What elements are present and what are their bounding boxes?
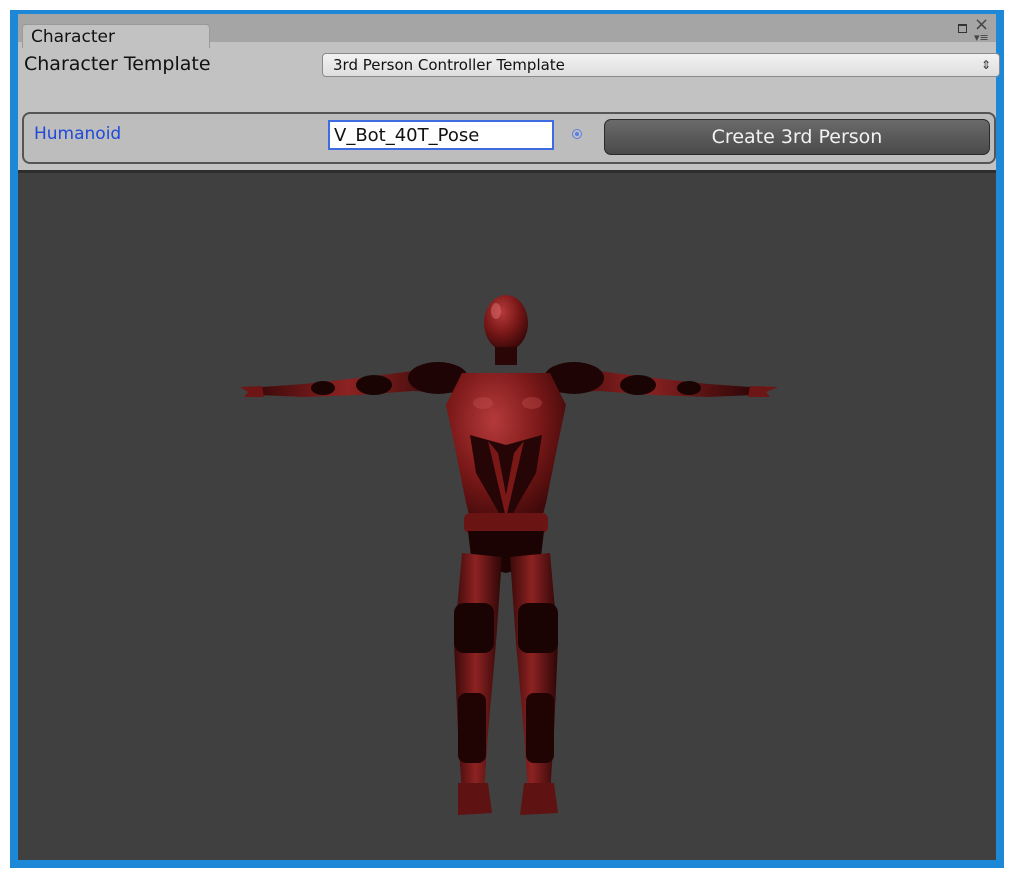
maximize-icon[interactable] <box>958 24 967 33</box>
humanoid-object-field[interactable] <box>328 120 554 150</box>
updown-arrow-icon: ⇕ <box>980 58 991 72</box>
character-template-row: Character Template 3rd Person Controller… <box>18 50 1000 80</box>
menu-icon[interactable]: ▾≡ <box>974 32 989 43</box>
create-3rd-person-button[interactable]: Create 3rd Person <box>604 119 990 155</box>
template-dropdown-value: 3rd Person Controller Template <box>333 56 565 74</box>
humanoid-label: Humanoid <box>34 124 122 144</box>
template-dropdown[interactable]: 3rd Person Controller Template ⇕ <box>322 53 1000 77</box>
window-controls: × ▾≡ <box>952 16 992 46</box>
humanoid-row: Humanoid Create 3rd Person <box>22 112 996 164</box>
tab-character[interactable]: Character <box>22 24 210 48</box>
tab-bar: Character × ▾≡ <box>18 14 996 48</box>
humanoid-character-model <box>240 295 778 815</box>
character-preview-viewport[interactable] <box>18 170 996 860</box>
character-panel: Character × ▾≡ Character Template 3rd Pe… <box>10 12 1004 868</box>
target-icon[interactable] <box>572 129 582 139</box>
character-preview-render <box>240 295 778 815</box>
character-template-label: Character Template <box>24 53 211 75</box>
